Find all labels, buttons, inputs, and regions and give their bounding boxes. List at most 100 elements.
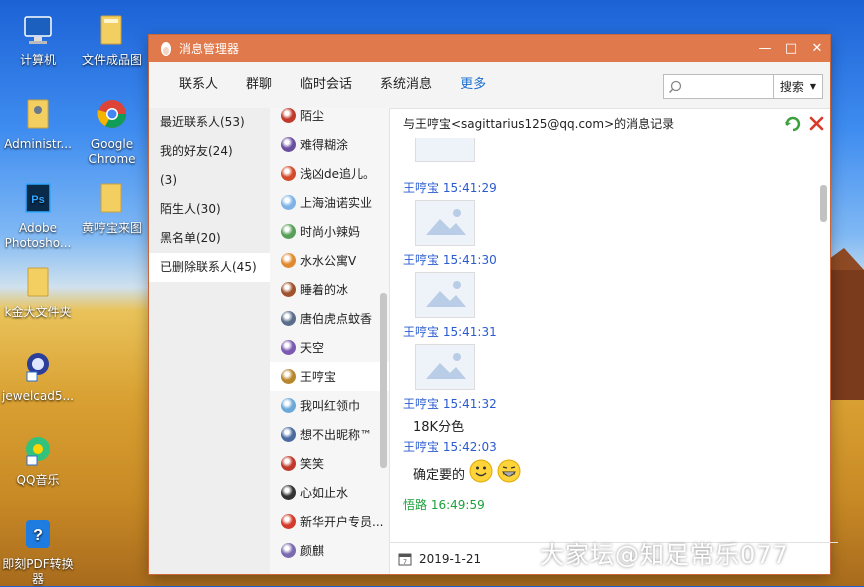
contact-item[interactable]: 天空 <box>270 333 389 362</box>
contact-item[interactable]: 笑笑 <box>270 449 389 478</box>
tab-groups[interactable]: 群聊 <box>232 62 286 108</box>
desktop-icon-computer[interactable]: 计算机 <box>0 14 76 68</box>
message-text: 18K分色 <box>413 420 465 435</box>
avatar-icon <box>281 398 296 413</box>
desktop-icon-folder-k[interactable]: k金大文件夹 <box>0 266 76 320</box>
tab-system-messages[interactable]: 系统消息 <box>366 62 446 108</box>
background-barn <box>814 248 864 400</box>
desktop-icon-administrator[interactable]: Administr... <box>0 98 76 152</box>
contact-name: 时尚小辣妈 <box>300 225 361 239</box>
desktop-icon-label: 即刻PDF转换器 <box>2 557 74 586</box>
contact-name: 水水公寓V <box>300 254 357 268</box>
desktop-icon-label: jewelcad5... <box>2 389 74 403</box>
group-item[interactable]: 陌生人(30) <box>149 195 270 224</box>
contact-name: 笑笑 <box>300 457 325 471</box>
contact-list-scrollbar[interactable] <box>380 293 387 468</box>
refresh-icon[interactable] <box>784 115 801 132</box>
chrome-icon <box>97 100 126 128</box>
tab-temp-chat[interactable]: 临时会话 <box>286 62 366 108</box>
desktop-icon-label: QQ音乐 <box>16 473 60 487</box>
contact-list: 陌尘难得糊涂浅凶de追儿。上海油诺实业时尚小辣妈水水公寓V 睡着的冰唐伯虎点蚊香天… <box>270 108 390 574</box>
group-item[interactable]: 黑名单(20) <box>149 224 270 253</box>
group-item[interactable]: 最近联系人(53) <box>149 108 270 137</box>
contact-item[interactable]: 唐伯虎点蚊香 <box>270 304 389 333</box>
delete-icon[interactable] <box>808 115 825 132</box>
scrollbar-thumb[interactable] <box>820 185 827 222</box>
search-box: 搜索 ▼ <box>663 74 823 99</box>
desktop-icon-label: Adobe Photosho... <box>4 221 72 250</box>
contact-item[interactable]: 时尚小辣妈 <box>270 217 389 246</box>
avatar-icon <box>281 514 296 529</box>
image-icon <box>426 209 466 235</box>
contact-item[interactable]: 颜麒 <box>270 536 389 565</box>
contact-item[interactable]: 难得糊涂 <box>270 130 389 159</box>
maximize-button[interactable]: □ <box>778 35 804 62</box>
message-sender: 王哼宝 15:41:32 <box>403 397 497 411</box>
jewelcad-icon <box>26 353 49 382</box>
user-folder-icon <box>27 99 49 129</box>
window-title: 消息管理器 <box>179 42 240 56</box>
message-list: 王哼宝 15:41:29 王哼宝 15:41:30 王哼宝 15:41:31 王… <box>390 138 818 538</box>
desktop-icon-folder-images[interactable]: 黄哼宝来图 <box>74 182 150 236</box>
contact-item[interactable]: 新华开户专员... <box>270 507 389 536</box>
desktop-icon-jewelcad[interactable]: jewelcad5... <box>0 350 76 404</box>
minimize-button[interactable]: — <box>752 35 778 62</box>
image-placeholder[interactable] <box>415 272 475 318</box>
tab-more[interactable]: 更多 <box>446 62 500 108</box>
contact-item[interactable]: 上海油诺实业 <box>270 188 389 217</box>
svg-text:Ps: Ps <box>31 194 44 206</box>
contact-name: 睡着的冰 <box>300 283 349 297</box>
desktop-icon-photoshop[interactable]: Ps Adobe Photosho... <box>0 182 76 251</box>
avatar-icon <box>281 369 296 384</box>
folder-icon <box>100 15 122 45</box>
desktop-icon-chrome[interactable]: Google Chrome <box>74 98 150 167</box>
group-item-selected[interactable]: 已删除联系人(45) <box>149 253 270 282</box>
desktop-icon-qqmusic[interactable]: QQ音乐 <box>0 434 76 488</box>
folder-icon <box>27 267 49 297</box>
desktop-icon-pdf[interactable]: ? 即刻PDF转换器 <box>0 518 76 587</box>
contact-item[interactable]: 想不出昵称™ <box>270 420 389 449</box>
contact-name: 难得糊涂 <box>300 138 349 152</box>
date-text: 2019-1-21 <box>419 552 482 566</box>
group-item[interactable]: 我的好友(24) <box>149 137 270 166</box>
contact-item[interactable]: 睡着的冰 <box>270 275 389 304</box>
chevron-down-icon: ▼ <box>809 82 817 91</box>
grin-emoji-icon <box>497 459 521 482</box>
contact-item[interactable]: 浅凶de追儿。 <box>270 159 389 188</box>
search-input[interactable] <box>664 75 773 98</box>
calendar-icon[interactable]: 7 <box>398 552 412 566</box>
message-scrollbar[interactable] <box>818 138 830 538</box>
contact-item-selected[interactable]: 王哼宝 <box>270 362 389 391</box>
title-bar[interactable]: 消息管理器 — □ ✕ <box>149 35 830 62</box>
image-placeholder[interactable] <box>415 200 475 246</box>
search-button-label: 搜索 <box>779 80 804 94</box>
contact-name: 唐伯虎点蚊香 <box>300 312 373 326</box>
close-icon: ✕ <box>811 41 823 56</box>
desktop-icon-label: k金大文件夹 <box>4 305 72 319</box>
contact-name: 浅凶de追儿。 <box>300 167 376 181</box>
image-placeholder[interactable] <box>415 138 475 162</box>
toolbar: 联系人 群聊 临时会话 系统消息 更多 搜索 ▼ <box>149 62 830 109</box>
tab-contacts[interactable]: 联系人 <box>165 62 232 108</box>
image-placeholder[interactable] <box>415 344 475 390</box>
contact-item[interactable]: 水水公寓V <box>270 246 389 275</box>
desktop-icon-label: Google Chrome <box>88 137 136 166</box>
message-manager-window: 消息管理器 — □ ✕ 联系人 群聊 临时会话 系统消息 更多 搜索 ▼ 最近联… <box>149 35 838 574</box>
search-icon <box>668 80 682 93</box>
message-sender: 王哼宝 15:42:03 <box>403 440 497 454</box>
contact-item[interactable]: 我叫红领巾 <box>270 391 389 420</box>
group-item[interactable]: (3) <box>149 166 270 195</box>
search-button[interactable]: 搜索 ▼ <box>773 75 822 98</box>
avatar-icon <box>281 311 296 326</box>
contact-item[interactable]: 心如止水 <box>270 478 389 507</box>
desktop-icon-folder-products[interactable]: 文件成品图 <box>74 14 150 68</box>
desktop-icon-label: Administr... <box>4 137 72 151</box>
computer-icon <box>24 16 52 44</box>
avatar-icon <box>281 282 296 297</box>
contact-item[interactable]: 陌尘 <box>270 108 389 130</box>
contact-name: 想不出昵称™ <box>300 428 373 442</box>
smile-emoji-icon <box>469 459 493 482</box>
avatar-icon <box>281 427 296 442</box>
close-button[interactable]: ✕ <box>804 35 830 62</box>
image-icon <box>426 281 466 307</box>
